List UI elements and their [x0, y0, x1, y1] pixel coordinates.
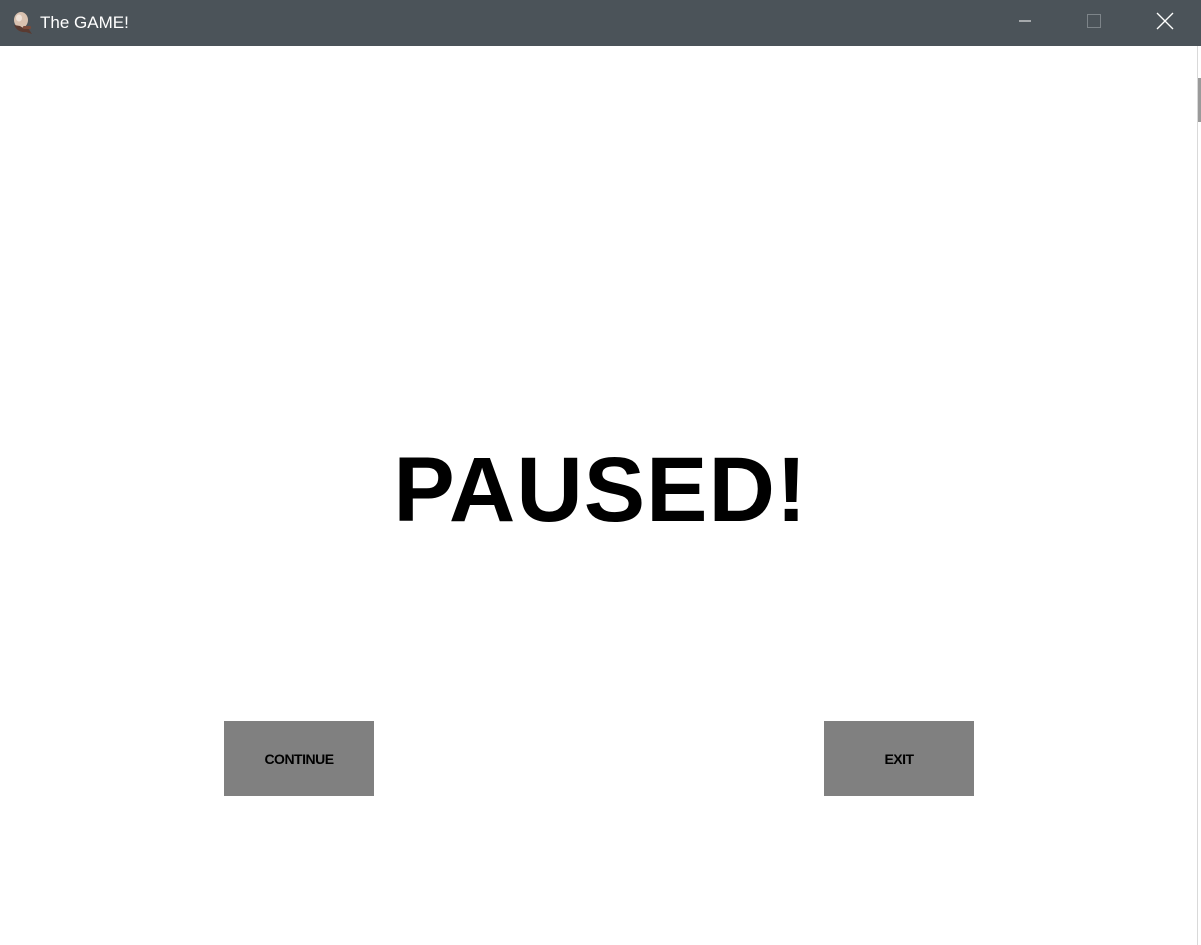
game-avatar-icon — [10, 11, 34, 35]
maximize-icon — [1086, 13, 1102, 34]
minimize-button[interactable] — [990, 0, 1060, 46]
exit-button[interactable]: EXIT — [824, 721, 974, 796]
continue-button[interactable]: CONTINUE — [224, 721, 374, 796]
game-window: The GAME! PAUSED! CONTINUE EXIT — [0, 0, 1201, 945]
close-icon — [1156, 12, 1174, 35]
close-button[interactable] — [1130, 0, 1200, 46]
paused-heading: PAUSED! — [393, 439, 808, 541]
maximize-button[interactable] — [1059, 0, 1129, 46]
window-title: The GAME! — [40, 13, 129, 32]
window-titlebar[interactable]: The GAME! — [0, 0, 1201, 46]
minimize-icon — [1018, 14, 1032, 33]
